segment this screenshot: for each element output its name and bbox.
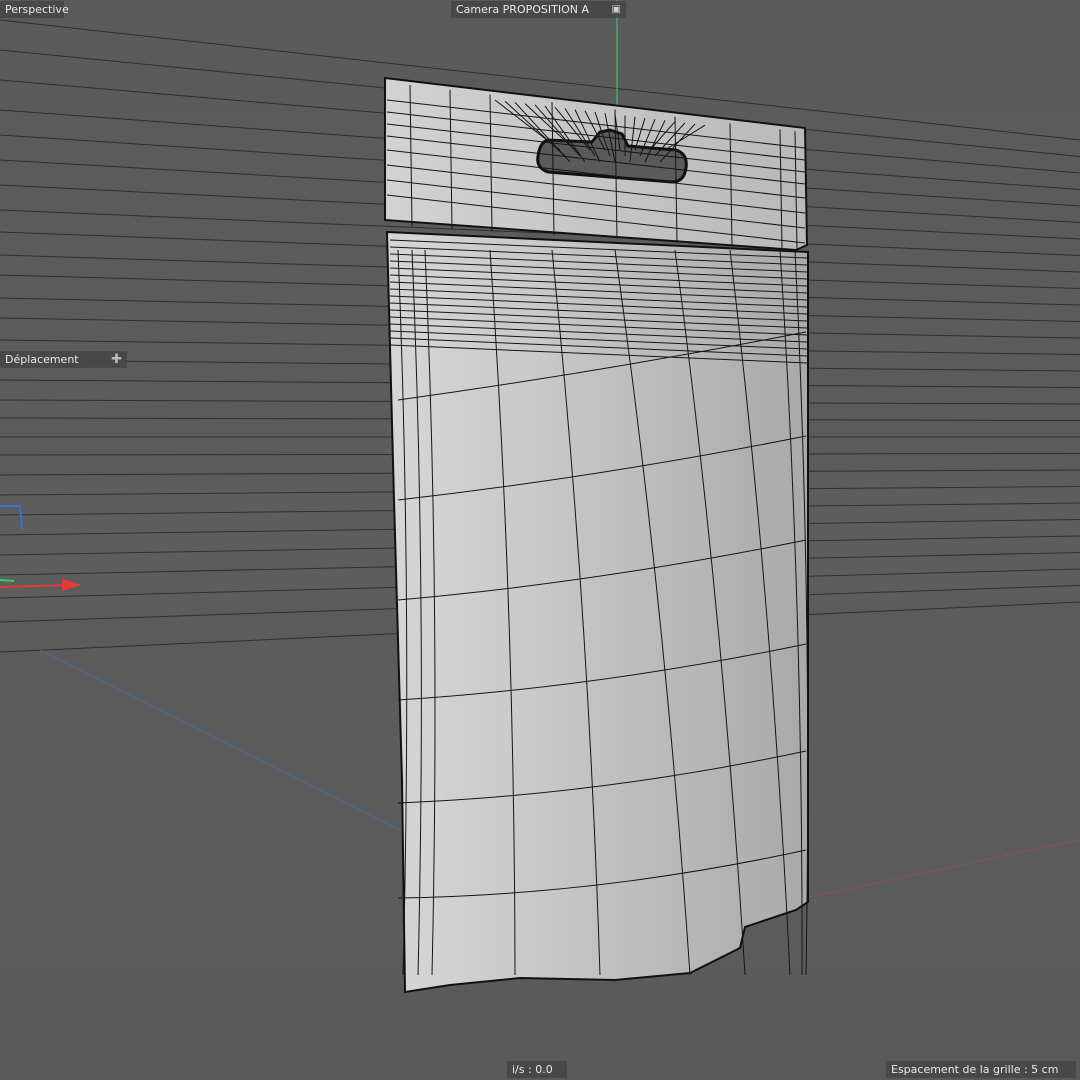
x-axis-line <box>809 839 1080 898</box>
move-crosshair-icon: ✚ <box>111 352 122 367</box>
axis-gizmo <box>0 505 82 591</box>
pouch-mesh[interactable] <box>384 76 809 994</box>
active-tool-label[interactable]: Déplacement ✚ <box>0 351 127 368</box>
grid-spacing-readout: Espacement de la grille : 5 cm <box>886 1061 1076 1078</box>
camera-link-icon[interactable]: ▣ <box>612 1 621 18</box>
camera-name: Camera PROPOSITION A <box>456 3 589 16</box>
camera-selector[interactable]: Camera PROPOSITION A ▣ <box>451 1 626 18</box>
fps-readout: i/s : 0.0 <box>507 1061 567 1078</box>
active-tool-name: Déplacement <box>5 353 79 366</box>
viewport-canvas[interactable] <box>0 0 1080 1080</box>
3d-viewport[interactable]: Perspective Camera PROPOSITION A ▣ Dépla… <box>0 0 1080 1080</box>
z-axis-line <box>39 649 401 831</box>
view-mode-label[interactable]: Perspective <box>0 1 69 18</box>
